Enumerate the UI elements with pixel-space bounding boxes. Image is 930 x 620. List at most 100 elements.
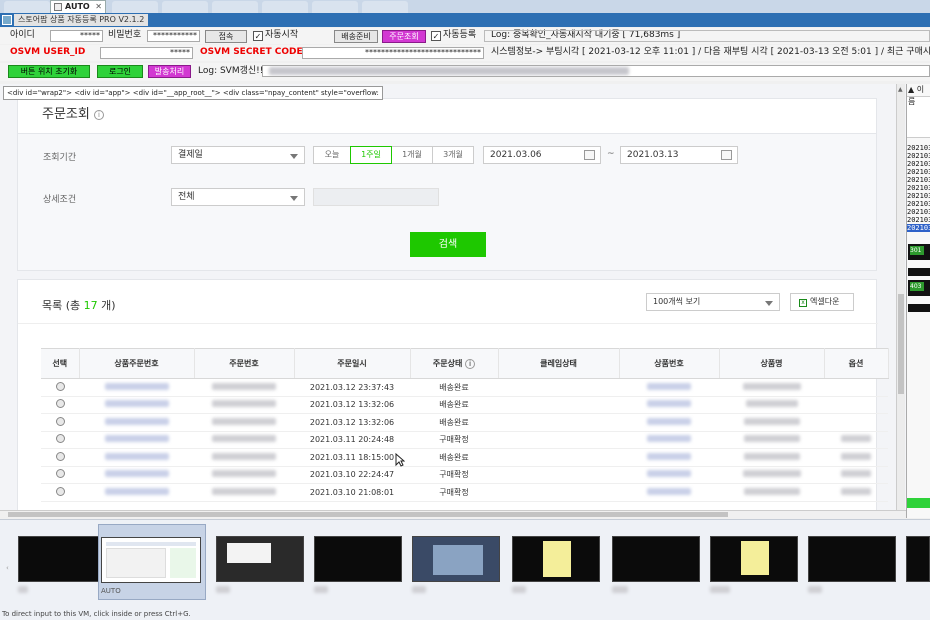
order-status-cell: 구매확정: [410, 466, 498, 484]
tab-auto[interactable]: AUTO ✕: [50, 0, 106, 13]
tab-ghost[interactable]: [312, 1, 358, 13]
scrollbar-thumb[interactable]: [8, 512, 728, 517]
osvm-user-input[interactable]: *****: [100, 47, 193, 59]
vertical-scrollbar[interactable]: ▲: [896, 84, 905, 510]
search-filter-card: 조회기간 결제일 오늘 1주일 1개월 3개월 2021.03.06 ~ 202…: [17, 133, 877, 271]
redacted-text: [269, 67, 629, 75]
log-line: 202103: [907, 192, 930, 200]
reset-position-button[interactable]: 버튼 위치 초기화: [8, 65, 90, 78]
log-line: 202103: [907, 200, 930, 208]
table-row[interactable]: 2021.03.12 13:32:06 배송완료: [41, 413, 888, 432]
log-line-selected[interactable]: 202103: [907, 224, 930, 232]
period-label: 조회기간: [43, 153, 77, 163]
log-line: 202103: [907, 168, 930, 176]
horizontal-scrollbar[interactable]: [0, 510, 906, 518]
table-row[interactable]: 2021.03.10 21:08:01 구매확정: [41, 483, 888, 502]
connect-button[interactable]: 접속: [205, 30, 247, 43]
table-row[interactable]: 2021.03.11 18:15:00 배송완료: [41, 448, 888, 467]
embedded-browser[interactable]: <div id="wrap2"> <div id="app"> <div id=…: [0, 84, 906, 510]
osvm-secret-label: OSVM SECRET CODE: [200, 47, 303, 57]
period-1week[interactable]: 1주일: [350, 146, 392, 164]
scroll-up-icon[interactable]: ▲: [898, 86, 903, 93]
vm-thumbnail[interactable]: [904, 524, 930, 600]
table-row[interactable]: 2021.03.12 13:32:06 배송완료: [41, 396, 888, 414]
table-row[interactable]: 2021.03.12 23:37:43 배송완료: [41, 378, 888, 397]
vm-thumbnail[interactable]: [510, 524, 602, 600]
autostart-label: 자동시작: [265, 30, 299, 40]
order-date-cell: 2021.03.11 20:24:48: [294, 431, 410, 449]
vm-thumbnail[interactable]: [610, 524, 702, 600]
scrollbar-thumb[interactable]: [898, 294, 904, 394]
date-to-input[interactable]: 2021.03.13: [620, 146, 738, 164]
log-line: 202103: [907, 144, 930, 152]
right-panel-header: ▲ 이름: [908, 85, 925, 106]
osvm-user-label: OSVM USER_ID: [10, 47, 86, 57]
id-input[interactable]: *****: [50, 30, 103, 42]
list-title: 목록 (총 17 개): [42, 299, 116, 312]
detail-condition-select[interactable]: 전체: [171, 188, 305, 206]
password-input[interactable]: ***********: [147, 30, 200, 42]
tab-ghost[interactable]: [262, 1, 308, 13]
period-today[interactable]: 오늘: [313, 146, 351, 164]
table-row[interactable]: 2021.03.11 20:24:48 구매확정: [41, 431, 888, 449]
tab-ghost[interactable]: [212, 1, 258, 13]
tab-ghost[interactable]: [162, 1, 208, 13]
page-title: 주문조회 i: [42, 103, 104, 122]
autoreg-checkbox[interactable]: ✓: [431, 31, 441, 41]
vm-thumbnail[interactable]: [312, 524, 404, 600]
info-icon[interactable]: i: [93, 109, 104, 120]
vm-thumbnail-active[interactable]: AUTO: [98, 524, 206, 600]
order-status-cell: 배송완료: [410, 396, 498, 414]
dispatch-button[interactable]: 발송처리: [148, 65, 191, 78]
osvm-secret-input[interactable]: *****************************: [302, 47, 484, 59]
order-status-cell: 구매확정: [410, 431, 498, 449]
scroll-left-icon[interactable]: ‹: [6, 564, 9, 572]
period-type-select[interactable]: 결제일: [171, 146, 305, 164]
tab-ghost[interactable]: [4, 1, 50, 13]
calendar-icon[interactable]: [721, 150, 732, 160]
action-row: 버튼 위치 초기화 로그인 발송처리 Log: SVM갱신!!: [0, 63, 930, 81]
date-from-input[interactable]: 2021.03.06: [483, 146, 601, 164]
order-view-button[interactable]: 주문조회: [382, 30, 426, 43]
col-product-order-no: 상품주문번호: [79, 348, 195, 379]
tab-ghost[interactable]: [112, 1, 158, 13]
vm-thumbnail[interactable]: [214, 524, 306, 600]
detail-condition-label: 상세조건: [43, 195, 77, 205]
order-status-cell: 구매확정: [410, 483, 498, 502]
row-radio[interactable]: [55, 416, 65, 426]
calendar-icon[interactable]: [584, 150, 595, 160]
log-line: 202103: [907, 152, 930, 160]
vm-thumbnail[interactable]: [708, 524, 800, 600]
row-radio[interactable]: [55, 434, 65, 444]
tab-close-icon[interactable]: ✕: [95, 1, 102, 13]
log-line: 202103: [907, 184, 930, 192]
login-button[interactable]: 로그인: [97, 65, 143, 78]
period-3month[interactable]: 3개월: [432, 146, 474, 164]
order-status-cell: 배송완료: [410, 378, 498, 397]
log-line: 202103: [907, 208, 930, 216]
search-button[interactable]: 검색: [410, 232, 486, 257]
info-icon[interactable]: i: [465, 358, 476, 369]
divider: [18, 323, 878, 324]
row-radio[interactable]: [55, 486, 65, 496]
table-row[interactable]: 2021.03.10 22:24:47 구매확정: [41, 466, 888, 484]
period-1month[interactable]: 1개월: [391, 146, 433, 164]
autostart-checkbox[interactable]: ✓: [253, 31, 263, 41]
row-radio[interactable]: [55, 381, 65, 391]
badge: 301: [910, 246, 924, 255]
row-radio[interactable]: [55, 469, 65, 479]
row-radio[interactable]: [55, 399, 65, 409]
vm-thumbnail[interactable]: [806, 524, 898, 600]
col-order-date: 주문일시: [294, 348, 411, 379]
vm-thumbnail[interactable]: [16, 524, 108, 600]
tab-ghost[interactable]: [362, 1, 408, 13]
vm-thumbnail[interactable]: [410, 524, 502, 600]
order-status-cell: 배송완료: [410, 413, 498, 432]
excel-download-button[interactable]: x 엑셀다운: [790, 293, 854, 311]
login-row: 아이디 ***** 비밀번호 *********** 접속 ✓ 자동시작 배송준…: [0, 28, 930, 44]
chevron-down-icon: [290, 154, 298, 159]
row-radio[interactable]: [55, 451, 65, 461]
ship-prep-button[interactable]: 배송준비: [334, 30, 378, 43]
detail-condition-input[interactable]: [313, 188, 439, 206]
page-size-select[interactable]: 100개씩 보기: [646, 293, 780, 311]
